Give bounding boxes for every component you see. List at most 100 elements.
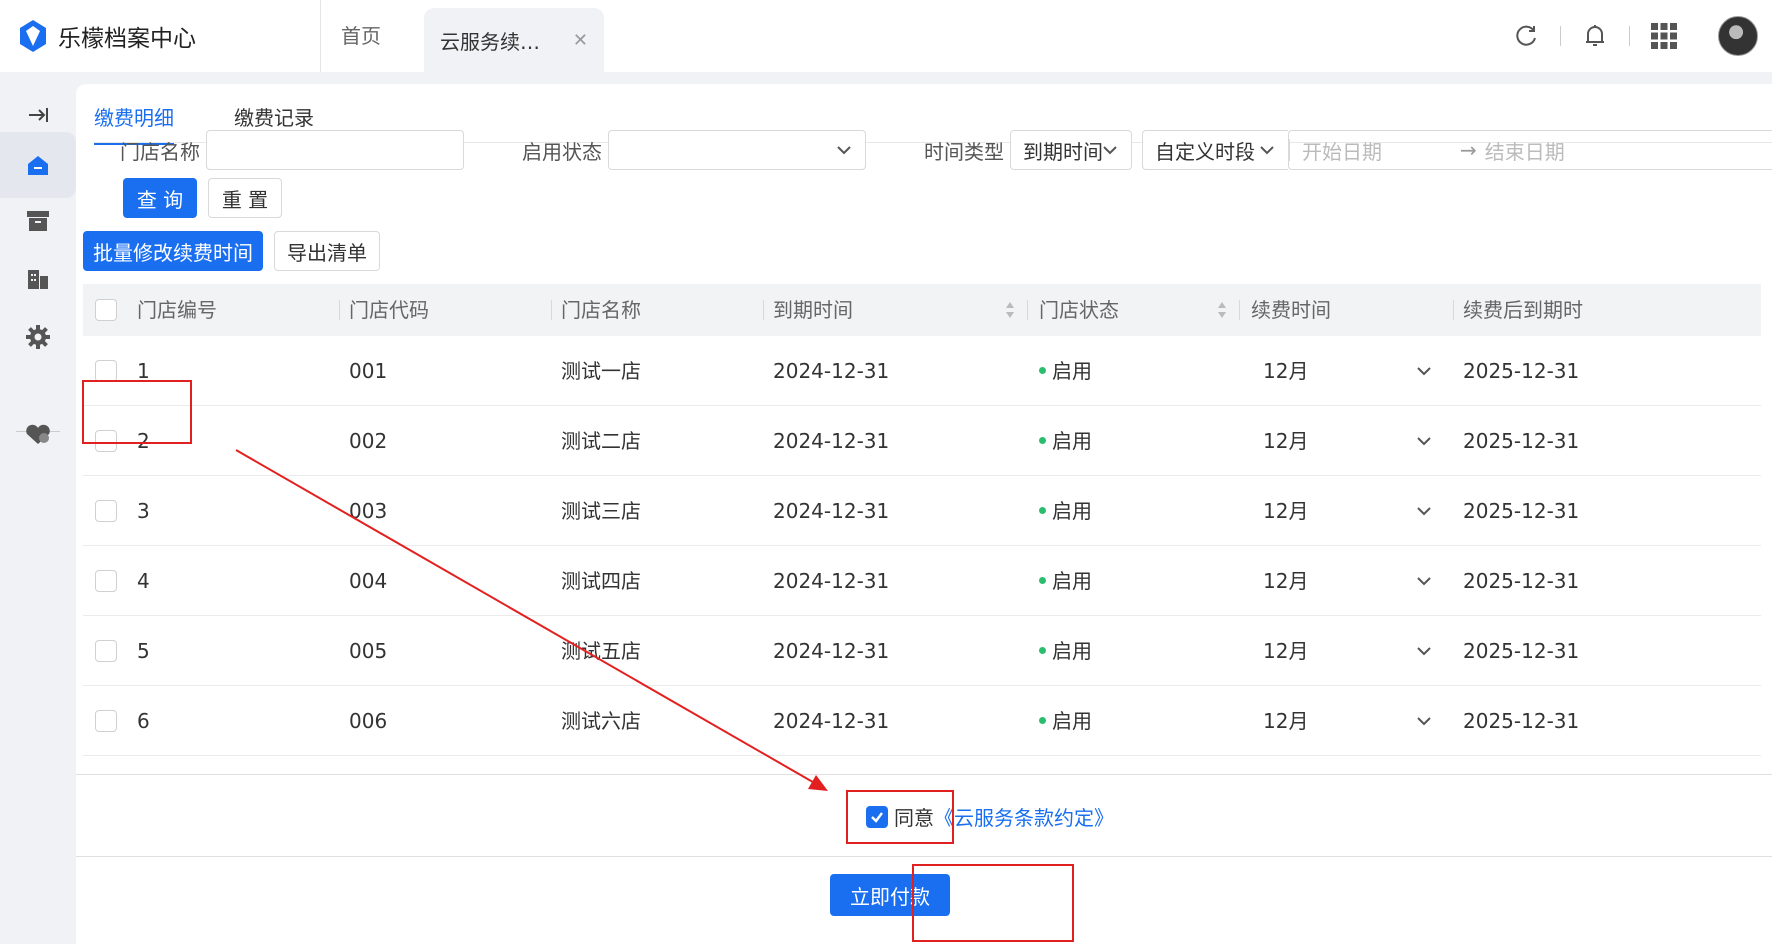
status-text: 启用 — [1052, 569, 1092, 593]
col-store-code: 门店代码 — [349, 298, 429, 322]
logo-icon — [20, 20, 46, 52]
cell-store-no: 5 — [137, 639, 150, 663]
cell-store-status: 启用 — [1039, 336, 1092, 406]
close-icon[interactable]: ✕ — [573, 30, 588, 51]
status-dot — [1039, 507, 1046, 514]
cell-renew-select[interactable]: 12月 — [1263, 406, 1308, 476]
cell-expire-time: 2024-12-31 — [773, 429, 890, 453]
chevron-down-icon[interactable] — [1415, 432, 1433, 450]
cell-store-name: 测试五店 — [561, 639, 641, 663]
col-separator — [551, 300, 552, 320]
cell-expire-time: 2024-12-31 — [773, 499, 890, 523]
cell-store-code: 001 — [349, 359, 388, 383]
annotation-box-agree — [846, 790, 954, 844]
app-title: 乐檬档案中心 — [58, 26, 196, 52]
row-checkbox[interactable] — [95, 360, 117, 382]
header-separator — [1629, 26, 1630, 46]
cell-expire-time: 2024-12-31 — [773, 639, 890, 663]
col-expire-time[interactable]: 到期时间 — [773, 284, 853, 336]
cell-store-name: 测试六店 — [561, 709, 641, 733]
cell-store-name: 测试二店 — [561, 429, 641, 453]
status-text: 启用 — [1052, 499, 1092, 523]
cell-store-status: 启用 — [1039, 476, 1092, 546]
col-separator — [1027, 300, 1028, 320]
table-row: 5 005 测试五店 2024-12-31 启用 12月 2025-12-31 — [83, 616, 1761, 686]
status-text: 启用 — [1052, 359, 1092, 383]
tab-home[interactable]: 首页 — [320, 0, 401, 72]
chevron-down-icon[interactable] — [1415, 712, 1433, 730]
cell-renew-select[interactable]: 12月 — [1263, 336, 1308, 406]
row-checkbox[interactable] — [95, 640, 117, 662]
cell-renew-select[interactable]: 12月 — [1263, 476, 1308, 546]
status-dot — [1039, 577, 1046, 584]
chevron-down-icon[interactable] — [1415, 642, 1433, 660]
cell-expire-time: 2024-12-31 — [773, 359, 890, 383]
app-logo[interactable]: 乐檬档案中心 — [18, 19, 318, 53]
top-header: 乐檬档案中心 首页 云服务续… ✕ — [0, 0, 1772, 72]
cell-store-status: 启用 — [1039, 686, 1092, 756]
cell-expire-time: 2024-12-31 — [773, 569, 890, 593]
table-header: 门店编号 门店代码 门店名称 到期时间 门店状态 续费时间 续费后到期时 — [83, 284, 1761, 336]
cell-after-expire: 2025-12-31 — [1463, 569, 1580, 593]
tab-label: 云服务续… — [440, 29, 540, 54]
chevron-down-icon[interactable] — [1415, 362, 1433, 380]
table-row: 6 006 测试六店 2024-12-31 启用 12月 2025-12-31 — [83, 686, 1761, 756]
status-text: 启用 — [1052, 639, 1092, 663]
cell-renew-select[interactable]: 12月 — [1263, 546, 1308, 616]
col-separator — [1453, 300, 1454, 320]
heart-tag-icon[interactable] — [0, 402, 76, 468]
cell-renew-select[interactable]: 12月 — [1263, 686, 1308, 756]
status-dot — [1039, 367, 1046, 374]
sort-icon[interactable] — [1005, 301, 1015, 319]
cell-store-no: 6 — [137, 709, 150, 733]
bell-icon[interactable] — [1581, 22, 1609, 50]
cell-store-code: 005 — [349, 639, 388, 663]
row-checkbox[interactable] — [95, 710, 117, 732]
gear-icon[interactable] — [0, 304, 76, 370]
footer-divider — [76, 856, 1772, 857]
header-actions — [1492, 0, 1758, 72]
left-sidebar — [0, 72, 76, 944]
cell-store-status: 启用 — [1039, 546, 1092, 616]
col-store-status[interactable]: 门店状态 — [1039, 284, 1119, 336]
chevron-down-icon[interactable] — [1415, 502, 1433, 520]
status-text: 启用 — [1052, 429, 1092, 453]
row-checkbox[interactable] — [95, 570, 117, 592]
cell-store-status: 启用 — [1039, 406, 1092, 476]
cell-store-code: 006 — [349, 709, 388, 733]
grid-apps-icon[interactable] — [1650, 22, 1678, 50]
cell-after-expire: 2025-12-31 — [1463, 499, 1580, 523]
col-separator — [339, 300, 340, 320]
sort-icon[interactable] — [1217, 301, 1227, 319]
select-all-checkbox[interactable] — [95, 299, 117, 321]
cell-store-no: 4 — [137, 569, 150, 593]
cell-store-code: 003 — [349, 499, 388, 523]
table-row: 4 004 测试四店 2024-12-31 启用 12月 2025-12-31 — [83, 546, 1761, 616]
status-text: 启用 — [1052, 709, 1092, 733]
tab-cloud-renewal[interactable]: 云服务续… ✕ — [424, 8, 604, 72]
annotation-box-pay — [912, 864, 1074, 942]
refresh-icon[interactable] — [1512, 22, 1540, 50]
annotation-box-row1-checkbox — [82, 380, 192, 444]
cell-store-code: 002 — [349, 429, 388, 453]
col-store-name: 门店名称 — [561, 298, 641, 322]
table-clip: 门店编号 门店代码 门店名称 到期时间 门店状态 续费时间 续费后到期时 1 00… — [76, 84, 1772, 774]
cell-expire-time: 2024-12-31 — [773, 709, 890, 733]
cell-after-expire: 2025-12-31 — [1463, 429, 1580, 453]
col-store-no: 门店编号 — [137, 298, 217, 322]
cell-after-expire: 2025-12-31 — [1463, 709, 1580, 733]
chevron-down-icon[interactable] — [1415, 572, 1433, 590]
cell-store-no: 3 — [137, 499, 150, 523]
building-icon[interactable] — [0, 246, 76, 312]
status-dot — [1039, 647, 1046, 654]
cell-renew-select[interactable]: 12月 — [1263, 616, 1308, 686]
archive-icon[interactable] — [0, 188, 76, 254]
terms-link[interactable]: 《云服务条款约定》 — [934, 802, 1114, 831]
col-after-expire: 续费后到期时 — [1463, 298, 1583, 322]
avatar[interactable] — [1718, 16, 1758, 56]
row-checkbox[interactable] — [95, 500, 117, 522]
col-separator — [1239, 300, 1240, 320]
table-row: 1 001 测试一店 2024-12-31 启用 12月 2025-12-31 — [83, 336, 1761, 406]
status-dot — [1039, 437, 1046, 444]
cell-store-code: 004 — [349, 569, 388, 593]
